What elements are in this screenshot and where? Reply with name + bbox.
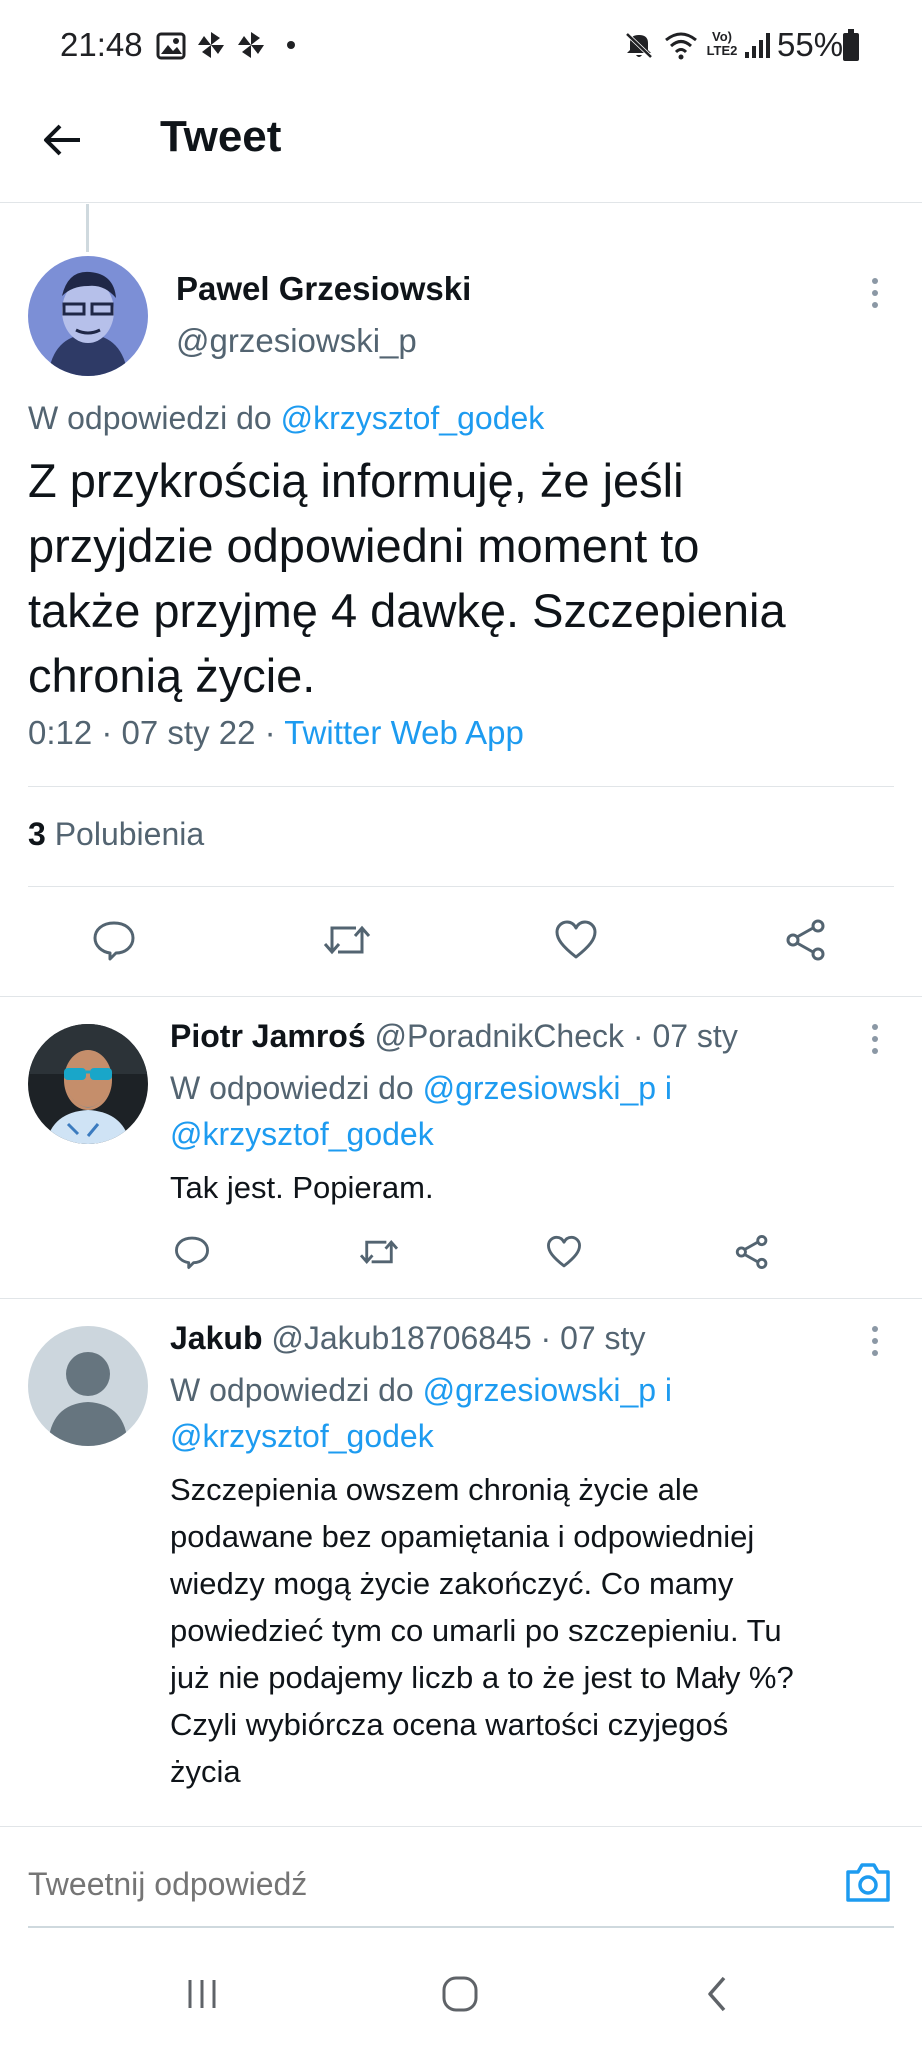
mention-link[interactable]: @krzysztof_godek xyxy=(170,1418,434,1455)
signal-icon xyxy=(745,33,770,58)
mention-link[interactable]: @grzesiowski_p xyxy=(423,1372,656,1408)
reply-text: Tak jest. Popieram. xyxy=(170,1164,910,1211)
avatar[interactable] xyxy=(28,256,148,376)
like-icon[interactable] xyxy=(554,918,598,962)
tweet-text: Z przykrością informuję, że jeśli przyjd… xyxy=(28,448,908,708)
author-name[interactable]: Pawel Grzesiowski xyxy=(176,270,471,308)
wifi-icon xyxy=(665,32,697,60)
main-tweet-divider xyxy=(0,996,922,997)
home-icon[interactable] xyxy=(440,1974,480,2014)
reply-text-line: powiedzieć tym co umarli po szczepieniu.… xyxy=(170,1613,782,1648)
reply-text-line: Czyli wybiórcza ocena wartości czyjegoś xyxy=(170,1707,729,1742)
status-time: 21:48 xyxy=(60,26,143,63)
recent-apps-icon[interactable] xyxy=(184,1976,220,2012)
replying-prefix: W odpowiedzi do xyxy=(170,1372,414,1408)
mention-link[interactable]: @krzysztof_godek xyxy=(281,400,545,436)
retweet-icon[interactable] xyxy=(322,918,372,962)
reply-date: · 07 sty xyxy=(632,1018,738,1054)
back-arrow-icon[interactable] xyxy=(40,118,84,162)
mute-icon xyxy=(625,32,653,59)
more-options-icon[interactable] xyxy=(870,1324,880,1358)
replying-to: W odpowiedzi do @grzesiowski_p i xyxy=(170,1372,672,1409)
battery-percent: 55% xyxy=(777,26,844,63)
tweet-timestamp: 0:12 · 07 sty 22 · xyxy=(28,714,276,751)
reply-icon[interactable] xyxy=(174,1234,210,1270)
author-handle[interactable]: @Jakub18706845 xyxy=(271,1320,531,1356)
reply-date: · 07 sty xyxy=(540,1320,646,1356)
dot-icon xyxy=(287,41,295,49)
replying-to: W odpowiedzi do @grzesiowski_p i xyxy=(170,1070,672,1107)
replying-prefix: W odpowiedzi do xyxy=(170,1070,414,1106)
tweet-source-link[interactable]: Twitter Web App xyxy=(284,714,524,751)
likes-label: Polubienia xyxy=(54,816,205,852)
mention-link[interactable]: @grzesiowski_p xyxy=(423,1070,656,1106)
author-handle[interactable]: @PoradnikCheck xyxy=(375,1018,624,1054)
tweet-text-line: także przyjmę 4 dawkę. Szczepienia xyxy=(28,584,786,637)
author-handle[interactable]: @grzesiowski_p xyxy=(176,322,417,360)
reply-text-line: życia xyxy=(170,1754,241,1789)
author-name[interactable]: Piotr Jamroś xyxy=(170,1018,366,1054)
mention-link[interactable]: @krzysztof_godek xyxy=(170,1116,434,1153)
reply-divider xyxy=(0,1298,922,1299)
network-label: Vo) LTE2 xyxy=(706,29,738,58)
more-options-icon[interactable] xyxy=(870,276,880,310)
pinwheel-icon xyxy=(238,32,264,58)
replying-conjunction: i xyxy=(664,1372,673,1408)
pinwheel-icon xyxy=(198,32,224,58)
meta-divider xyxy=(28,786,894,787)
likes-row[interactable]: 3 Polubienia xyxy=(28,816,204,853)
reply-header: Piotr Jamroś @PoradnikCheck · 07 sty xyxy=(170,1018,738,1055)
camera-icon[interactable] xyxy=(844,1860,892,1904)
reply-header: Jakub @Jakub18706845 · 07 sty xyxy=(170,1320,645,1357)
thread-connector xyxy=(86,204,89,252)
replying-prefix: W odpowiedzi do xyxy=(28,400,272,436)
share-icon[interactable] xyxy=(784,918,828,962)
tweet-text-line: Z przykrością informuję, że jeśli xyxy=(28,454,684,507)
avatar[interactable] xyxy=(28,1326,148,1446)
tweet-text-line: przyjdzie odpowiedni moment to xyxy=(28,519,700,572)
reply-input[interactable] xyxy=(28,1862,808,1906)
more-options-icon[interactable] xyxy=(870,1022,880,1056)
like-icon[interactable] xyxy=(546,1234,582,1270)
share-icon[interactable] xyxy=(734,1234,770,1270)
reply-text-line: Szczepienia owszem chronią życie ale xyxy=(170,1472,699,1507)
tweet-text-line: chronią życie. xyxy=(28,649,316,702)
author-name[interactable]: Jakub xyxy=(170,1320,262,1356)
tweet-metadata: 0:12 · 07 sty 22 · Twitter Web App xyxy=(28,714,524,752)
stats-divider xyxy=(28,886,894,887)
replying-to: W odpowiedzi do @krzysztof_godek xyxy=(28,400,544,437)
page-title: Tweet xyxy=(160,112,282,161)
reply-text-line: Tak jest. Popieram. xyxy=(170,1170,434,1205)
reply-text: Szczepienia owszem chronią życie ale pod… xyxy=(170,1466,910,1795)
status-bar: 21:48 Vo) LTE2 55% xyxy=(0,0,922,92)
composer-underline xyxy=(28,1926,894,1928)
reply-icon[interactable] xyxy=(92,918,136,962)
back-icon[interactable] xyxy=(702,1974,732,2014)
retweet-icon[interactable] xyxy=(358,1234,400,1270)
gallery-icon xyxy=(156,32,186,60)
battery-icon xyxy=(843,29,859,61)
avatar[interactable] xyxy=(28,1024,148,1144)
header-divider xyxy=(0,202,922,203)
reply-text-line: podawane bez opamiętania i odpowiedniej xyxy=(170,1519,755,1554)
likes-count: 3 xyxy=(28,816,46,852)
replying-conjunction: i xyxy=(664,1070,673,1106)
reply-text-line: wiedzy mogą życie zakończyć. Co mamy xyxy=(170,1566,734,1601)
reply-text-line: już nie podajemy liczb a to że jest to M… xyxy=(170,1660,794,1695)
